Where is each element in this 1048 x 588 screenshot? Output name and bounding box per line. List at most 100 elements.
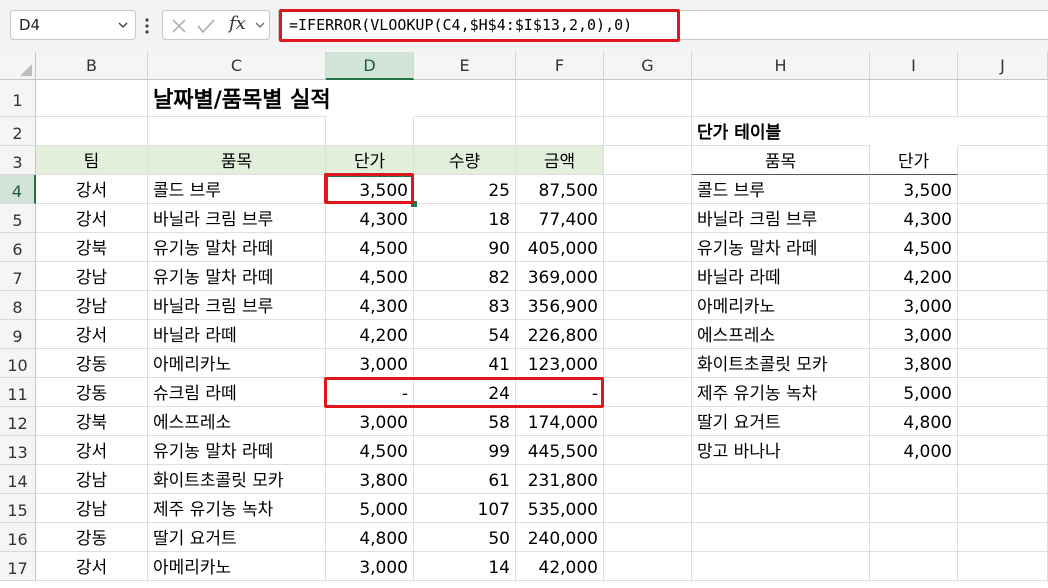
cell-d2[interactable] (326, 117, 414, 146)
cell-f3[interactable]: 금액 (516, 146, 604, 175)
cell-h15[interactable] (692, 494, 870, 523)
cell-b1[interactable] (36, 80, 148, 117)
cell-g15[interactable] (604, 494, 692, 523)
cell-g12[interactable] (604, 407, 692, 436)
cell-c8[interactable]: 바닐라 크림 브루 (148, 291, 326, 320)
select-all-corner[interactable] (0, 52, 36, 80)
cell-f7[interactable]: 369,000 (516, 262, 604, 291)
cell-i13[interactable]: 4,000 (870, 436, 958, 465)
cell-i16[interactable] (870, 523, 958, 552)
row-header-5[interactable]: 5 (0, 204, 36, 233)
cell-e5[interactable]: 18 (414, 204, 516, 233)
cell-c12[interactable]: 에스프레소 (148, 407, 326, 436)
cell-h6[interactable]: 유기농 말차 라떼 (692, 233, 870, 262)
cell-c16[interactable]: 딸기 요거트 (148, 523, 326, 552)
cell-h9[interactable]: 에스프레소 (692, 320, 870, 349)
cell-g1[interactable] (604, 80, 692, 117)
cell-d12[interactable]: 3,000 (326, 407, 414, 436)
cell-f10[interactable]: 123,000 (516, 349, 604, 378)
row-header-8[interactable]: 8 (0, 291, 36, 320)
cell-c13[interactable]: 유기농 말차 라떼 (148, 436, 326, 465)
cell-d10[interactable]: 3,000 (326, 349, 414, 378)
cell-h3[interactable]: 품목 (692, 146, 870, 175)
cell-c4[interactable]: 콜드 브루 (148, 175, 326, 204)
cell-j1[interactable] (958, 80, 1048, 117)
cell-h1[interactable] (692, 80, 870, 117)
cell-i5[interactable]: 4,300 (870, 204, 958, 233)
cell-f8[interactable]: 356,900 (516, 291, 604, 320)
cell-j10[interactable] (958, 349, 1048, 378)
cell-j7[interactable] (958, 262, 1048, 291)
cell-j12[interactable] (958, 407, 1048, 436)
cell-g8[interactable] (604, 291, 692, 320)
cell-h11[interactable]: 제주 유기농 녹차 (692, 378, 870, 407)
cell-c9[interactable]: 바닐라 라떼 (148, 320, 326, 349)
cell-h12[interactable]: 딸기 요거트 (692, 407, 870, 436)
insert-function-button[interactable]: fx (229, 13, 246, 34)
cell-c15[interactable]: 제주 유기농 녹차 (148, 494, 326, 523)
cell-e9[interactable]: 54 (414, 320, 516, 349)
cell-i4[interactable]: 3,500 (870, 175, 958, 204)
row-header-6[interactable]: 6 (0, 233, 36, 262)
cell-b13[interactable]: 강서 (36, 436, 148, 465)
cell-j13[interactable] (958, 436, 1048, 465)
enter-check-icon[interactable] (197, 18, 215, 34)
row-header-10[interactable]: 10 (0, 349, 36, 378)
cell-g3[interactable] (604, 146, 692, 175)
cell-i10[interactable]: 3,800 (870, 349, 958, 378)
more-options-icon[interactable] (144, 17, 150, 35)
cell-b14[interactable]: 강남 (36, 465, 148, 494)
cell-c6[interactable]: 유기농 말차 라떼 (148, 233, 326, 262)
cell-f1[interactable] (516, 80, 604, 117)
cell-f17[interactable]: 42,000 (516, 552, 604, 581)
cell-e15[interactable]: 107 (414, 494, 516, 523)
cell-d7[interactable]: 4,500 (326, 262, 414, 291)
cell-e3[interactable]: 수량 (414, 146, 516, 175)
cell-d17[interactable]: 3,000 (326, 552, 414, 581)
cell-b5[interactable]: 강서 (36, 204, 148, 233)
cell-f16[interactable]: 240,000 (516, 523, 604, 552)
cell-e13[interactable]: 99 (414, 436, 516, 465)
cell-e8[interactable]: 83 (414, 291, 516, 320)
cell-h10[interactable]: 화이트초콜릿 모카 (692, 349, 870, 378)
cell-b15[interactable]: 강남 (36, 494, 148, 523)
row-header-1[interactable]: 1 (0, 80, 36, 117)
row-header-4[interactable]: 4 (0, 175, 36, 204)
row-header-16[interactable]: 16 (0, 523, 36, 552)
cell-g5[interactable] (604, 204, 692, 233)
cell-f2[interactable] (516, 117, 604, 146)
cell-f15[interactable]: 535,000 (516, 494, 604, 523)
cell-e17[interactable]: 14 (414, 552, 516, 581)
cell-i8[interactable]: 3,000 (870, 291, 958, 320)
cell-c2[interactable] (148, 117, 326, 146)
cell-h13[interactable]: 망고 바나나 (692, 436, 870, 465)
cell-b8[interactable]: 강남 (36, 291, 148, 320)
cell-g14[interactable] (604, 465, 692, 494)
cell-j16[interactable] (958, 523, 1048, 552)
cell-j15[interactable] (958, 494, 1048, 523)
formula-input[interactable]: =IFERROR(VLOOKUP(C4,$H$4:$I$13,2,0),0) (278, 10, 1048, 40)
cell-i12[interactable]: 4,800 (870, 407, 958, 436)
cell-f4[interactable]: 87,500 (516, 175, 604, 204)
cell-b10[interactable]: 강동 (36, 349, 148, 378)
row-header-2[interactable]: 2 (0, 117, 36, 146)
cell-h14[interactable] (692, 465, 870, 494)
cell-c17[interactable]: 아메리카노 (148, 552, 326, 581)
cell-i9[interactable]: 3,000 (870, 320, 958, 349)
cell-c1[interactable]: 날짜별/품목별 실적 (148, 80, 331, 117)
cell-b17[interactable]: 강서 (36, 552, 148, 581)
cancel-icon[interactable] (171, 18, 187, 34)
cell-f12[interactable]: 174,000 (516, 407, 604, 436)
chevron-down-icon[interactable] (117, 19, 129, 31)
cell-c3[interactable]: 품목 (148, 146, 326, 175)
cell-b16[interactable]: 강동 (36, 523, 148, 552)
cell-g13[interactable] (604, 436, 692, 465)
cell-g4[interactable] (604, 175, 692, 204)
fill-handle[interactable] (410, 200, 418, 208)
column-header-f[interactable]: F (516, 52, 604, 80)
cell-e14[interactable]: 61 (414, 465, 516, 494)
cell-j5[interactable] (958, 204, 1048, 233)
cell-c10[interactable]: 아메리카노 (148, 349, 326, 378)
cell-c11[interactable]: 슈크림 라떼 (148, 378, 326, 407)
row-header-7[interactable]: 7 (0, 262, 36, 291)
